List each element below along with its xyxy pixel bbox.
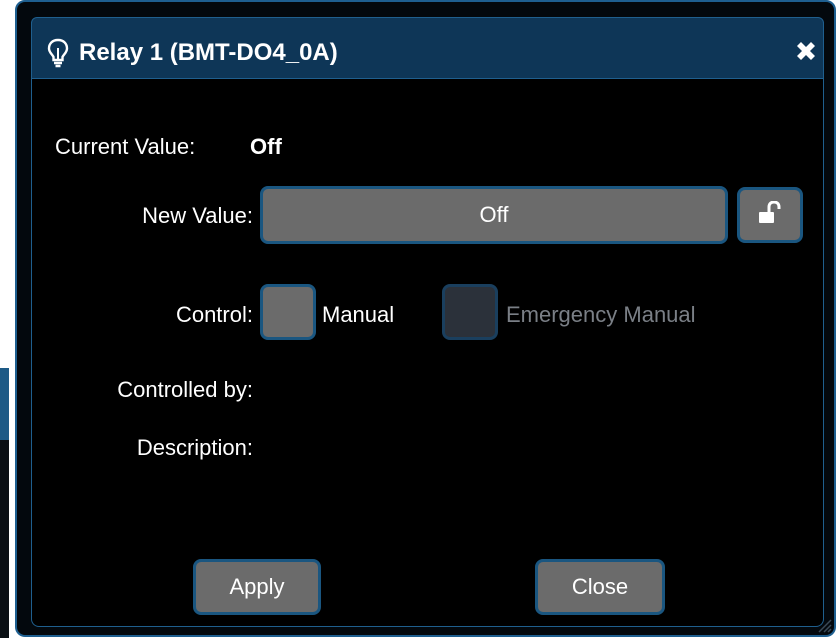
relay-dialog: Relay 1 (BMT-DO4_0A) Current Value: Off …: [15, 0, 836, 637]
new-value-text: Off: [479, 202, 509, 227]
emergency-manual-label: Emergency Manual: [506, 302, 696, 327]
control-label: Control:: [175, 302, 253, 327]
apply-button-label: Apply: [229, 574, 285, 599]
background-window-strip: [0, 368, 9, 638]
current-value: Off: [250, 134, 282, 159]
close-button[interactable]: Close: [535, 559, 665, 615]
new-value-button[interactable]: Off: [260, 186, 728, 244]
manual-label: Manual: [322, 302, 395, 327]
dialog-titlebar[interactable]: Relay 1 (BMT-DO4_0A): [17, 2, 834, 80]
dialog-title: Relay 1 (BMT-DO4_0A): [79, 39, 338, 66]
close-button-label: Close: [571, 574, 629, 599]
current-value-label: Current Value:: [55, 134, 196, 159]
manual-checkbox[interactable]: [260, 284, 316, 340]
lightbulb-icon: [46, 38, 70, 68]
resize-grip-icon[interactable]: [816, 617, 832, 633]
description-label: Description:: [136, 435, 253, 460]
titlebar-panel: Relay 1 (BMT-DO4_0A): [31, 17, 824, 79]
unlock-icon: [757, 199, 783, 230]
apply-button[interactable]: Apply: [193, 559, 321, 615]
dialog-body: Current Value: Off New Value: Off Contro…: [31, 79, 824, 627]
lock-button[interactable]: [737, 187, 803, 243]
emergency-manual-checkbox[interactable]: [442, 284, 498, 340]
new-value-label: New Value:: [142, 203, 253, 228]
close-icon[interactable]: [792, 37, 820, 65]
background-accent: [0, 368, 9, 440]
controlled-by-label: Controlled by:: [117, 377, 253, 402]
